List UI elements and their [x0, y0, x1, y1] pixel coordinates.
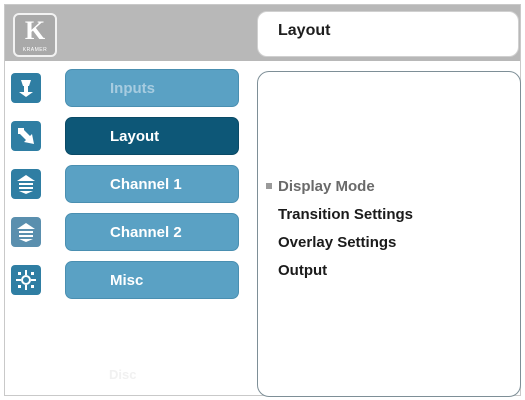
menu-item-output[interactable]: Output [266, 262, 413, 290]
logo-mark: K [24, 16, 46, 45]
osd-window: K KRAMER Layout Inputs Layout Channel 1 … [4, 4, 521, 397]
channel-2-button[interactable]: Channel 2 [65, 213, 239, 251]
page-title: Layout [278, 22, 331, 39]
submenu-panel: Display Mode Transition Settings Overlay… [257, 71, 521, 397]
selection-marker-icon [266, 183, 272, 189]
menu-item-transition-settings[interactable]: Transition Settings [266, 206, 413, 234]
sidebar-item-inputs[interactable]: Inputs [11, 69, 241, 107]
page-title-box: Layout [257, 11, 519, 57]
logo-brand: KRAMER [22, 47, 48, 53]
sidebar-item-misc[interactable]: Misc [11, 261, 241, 299]
inputs-icon [11, 73, 41, 103]
hidden-menu-label: Disc [109, 367, 137, 382]
misc-icon [11, 265, 41, 295]
menu-item-label: Display Mode [278, 178, 375, 195]
channel-1-button[interactable]: Channel 1 [65, 165, 239, 203]
kramer-logo: K KRAMER [13, 13, 57, 57]
menu-item-overlay-settings[interactable]: Overlay Settings [266, 234, 413, 262]
submenu-list: Display Mode Transition Settings Overlay… [266, 178, 413, 290]
menu-item-label: Overlay Settings [278, 234, 397, 251]
menu-item-label: Transition Settings [278, 206, 414, 223]
channel-2-icon [11, 217, 41, 247]
header-bar: K KRAMER Layout [5, 5, 520, 61]
layout-button[interactable]: Layout [65, 117, 239, 155]
sidebar-item-layout[interactable]: Layout [11, 117, 241, 155]
menu-item-display-mode[interactable]: Display Mode [266, 178, 413, 206]
layout-icon [11, 121, 41, 151]
channel-1-icon [11, 169, 41, 199]
misc-button[interactable]: Misc [65, 261, 239, 299]
sidebar-item-channel-2[interactable]: Channel 2 [11, 213, 241, 251]
sidebar-item-channel-1[interactable]: Channel 1 [11, 165, 241, 203]
inputs-button[interactable]: Inputs [65, 69, 239, 107]
menu-item-label: Output [278, 262, 328, 279]
